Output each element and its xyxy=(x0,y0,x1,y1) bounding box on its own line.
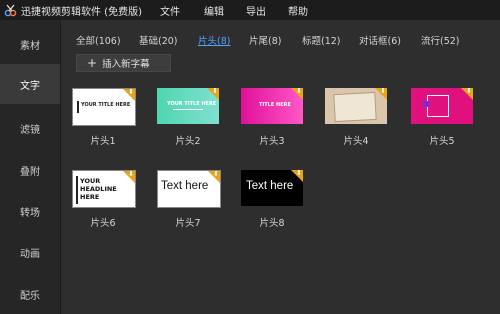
template-caption-2: 片头2 xyxy=(175,136,201,147)
template-caption-1: 片头1 xyxy=(90,136,116,147)
download-icon: ⬇ xyxy=(128,170,134,178)
template-preview-text: YOUR TITLE HERE xyxy=(167,101,217,107)
template-thumb-5[interactable]: ⬇ xyxy=(411,88,473,124)
title-bar: 迅捷视频剪辑软件 (免费版) 文件 编辑 导出 帮助 xyxy=(0,0,500,20)
app-logo-icon xyxy=(3,3,17,17)
template-thumb-2[interactable]: YOUR TITLE HERE ⬇ xyxy=(157,88,219,124)
template-thumb-8[interactable]: Text here ⬇ xyxy=(241,170,303,206)
accent-square xyxy=(423,101,429,107)
template-preview-text: Text here xyxy=(161,180,209,192)
template-preview-text: TITLE HERE xyxy=(259,102,291,108)
template-thumb-1[interactable]: YOUR TITLE HERE ⬇ xyxy=(72,88,136,126)
underline xyxy=(173,109,203,110)
sidebar-item-material[interactable]: 素材 xyxy=(0,24,60,64)
menu-edit[interactable]: 编辑 xyxy=(204,3,224,18)
template-thumb-6[interactable]: YOUR HEADLINE HERE ⬇ xyxy=(72,170,136,208)
sidebar-item-text[interactable]: 文字 xyxy=(0,64,60,104)
tab-outro[interactable]: 片尾(8) xyxy=(249,33,281,47)
template-preview-text: YOUR HEADLINE HERE xyxy=(80,177,117,201)
template-thumb-4[interactable]: ⬇ xyxy=(325,88,387,124)
insert-subtitle-button[interactable]: + 插入新字幕 xyxy=(76,54,171,72)
insert-subtitle-label: 插入新字幕 xyxy=(102,59,150,70)
download-icon: ⬇ xyxy=(213,170,219,178)
tab-popular[interactable]: 流行(52) xyxy=(421,33,460,47)
window-title: 迅捷视频剪辑软件 (免费版) xyxy=(21,6,142,18)
sidebar-item-animation[interactable]: 动画 xyxy=(0,232,60,272)
download-icon: ⬇ xyxy=(380,88,386,95)
template-preview-text: YOUR TITLE HERE xyxy=(81,102,131,108)
template-caption-6: 片头6 xyxy=(90,218,116,229)
menu-help[interactable]: 帮助 xyxy=(288,3,308,18)
download-icon: ⬇ xyxy=(296,88,302,95)
sidebar-item-filter[interactable]: 滤镜 xyxy=(0,108,60,148)
paper-card xyxy=(333,91,377,123)
menu-file[interactable]: 文件 xyxy=(160,3,180,18)
template-thumb-7[interactable]: Text here ⬇ xyxy=(157,170,221,208)
frame-outline xyxy=(427,95,449,117)
download-icon: ⬇ xyxy=(128,88,134,96)
accent-bar xyxy=(76,176,78,204)
template-caption-7: 片头7 xyxy=(175,218,201,229)
template-preview-text: Text here xyxy=(246,180,294,192)
download-icon: ⬇ xyxy=(466,88,472,95)
sidebar-item-music[interactable]: 配乐 xyxy=(0,274,60,314)
accent-bar xyxy=(77,101,79,113)
tab-basic[interactable]: 基础(20) xyxy=(139,33,178,47)
template-caption-3: 片头3 xyxy=(259,136,285,147)
sidebar-item-overlay[interactable]: 叠附 xyxy=(0,150,60,190)
download-icon: ⬇ xyxy=(212,88,218,95)
tab-all[interactable]: 全部(106) xyxy=(76,33,121,47)
tab-title[interactable]: 标题(12) xyxy=(302,33,341,47)
tab-dialog[interactable]: 对话框(6) xyxy=(359,33,401,47)
template-caption-5: 片头5 xyxy=(429,136,455,147)
download-icon: ⬇ xyxy=(296,170,302,177)
menu-export[interactable]: 导出 xyxy=(246,3,266,18)
main-panel: 全部(106) 基础(20) 片头(8) 片尾(8) 标题(12) 对话框(6)… xyxy=(61,20,500,314)
sidebar: 素材 文字 滤镜 叠附 转场 动画 配乐 xyxy=(0,20,61,314)
sidebar-item-transition[interactable]: 转场 xyxy=(0,191,60,231)
plus-icon: + xyxy=(87,56,98,70)
tab-intro[interactable]: 片头(8) xyxy=(198,33,230,47)
template-caption-4: 片头4 xyxy=(343,136,369,147)
template-thumb-3[interactable]: TITLE HERE ⬇ xyxy=(241,88,303,124)
template-caption-8: 片头8 xyxy=(259,218,285,229)
